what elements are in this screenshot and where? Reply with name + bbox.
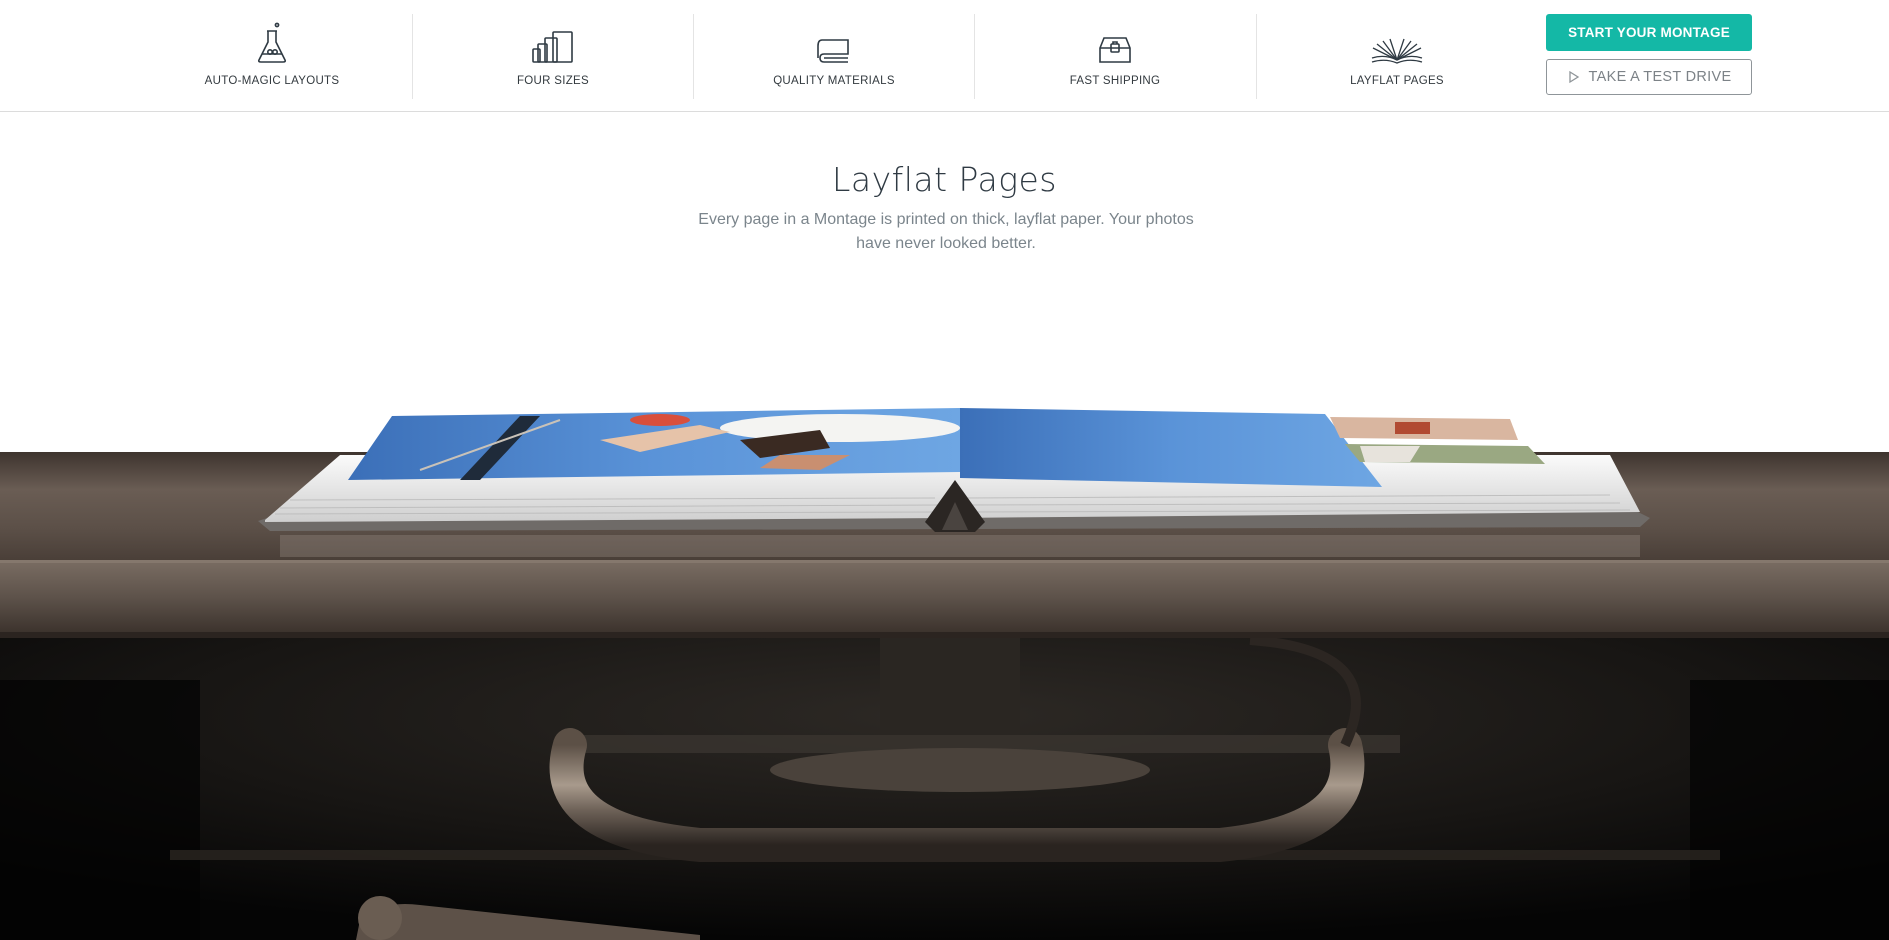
- page-title: Layflat Pages: [831, 160, 1057, 199]
- feature-label: AUTO-MAGIC LAYOUTS: [204, 75, 340, 87]
- test-drive-label: TAKE A TEST DRIVE: [1588, 69, 1732, 85]
- feature-label: FOUR SIZES: [516, 75, 589, 87]
- book-sizes-icon: [531, 24, 575, 64]
- flask-icon: [255, 22, 289, 64]
- feature-fast-shipping[interactable]: FAST SHIPPING: [975, 14, 1255, 99]
- play-icon: [1567, 70, 1581, 84]
- feature-quality-materials[interactable]: QUALITY MATERIALS: [694, 14, 974, 99]
- feature-layflat-pages[interactable]: LAYFLAT PAGES: [1257, 14, 1537, 99]
- page-subtitle: Every page in a Montage is printed on th…: [698, 211, 1194, 252]
- feature-four-sizes[interactable]: FOUR SIZES: [413, 14, 693, 99]
- layflat-book-photo: [0, 408, 1889, 940]
- open-book-icon: [1371, 24, 1423, 64]
- feature-nav-bar: AUTO-MAGIC LAYOUTS FOUR SIZES QUALITY MA…: [0, 0, 1889, 112]
- feature-auto-magic-layouts[interactable]: AUTO-MAGIC LAYOUTS: [132, 14, 412, 99]
- feature-label: FAST SHIPPING: [1069, 75, 1161, 87]
- test-drive-button[interactable]: TAKE A TEST DRIVE: [1546, 59, 1752, 95]
- feature-label: LAYFLAT PAGES: [1350, 75, 1444, 87]
- feature-label: QUALITY MATERIALS: [773, 75, 895, 87]
- start-montage-button[interactable]: START YOUR MONTAGE: [1546, 14, 1752, 51]
- book-stack-icon: [816, 24, 852, 64]
- box-icon: [1098, 24, 1132, 64]
